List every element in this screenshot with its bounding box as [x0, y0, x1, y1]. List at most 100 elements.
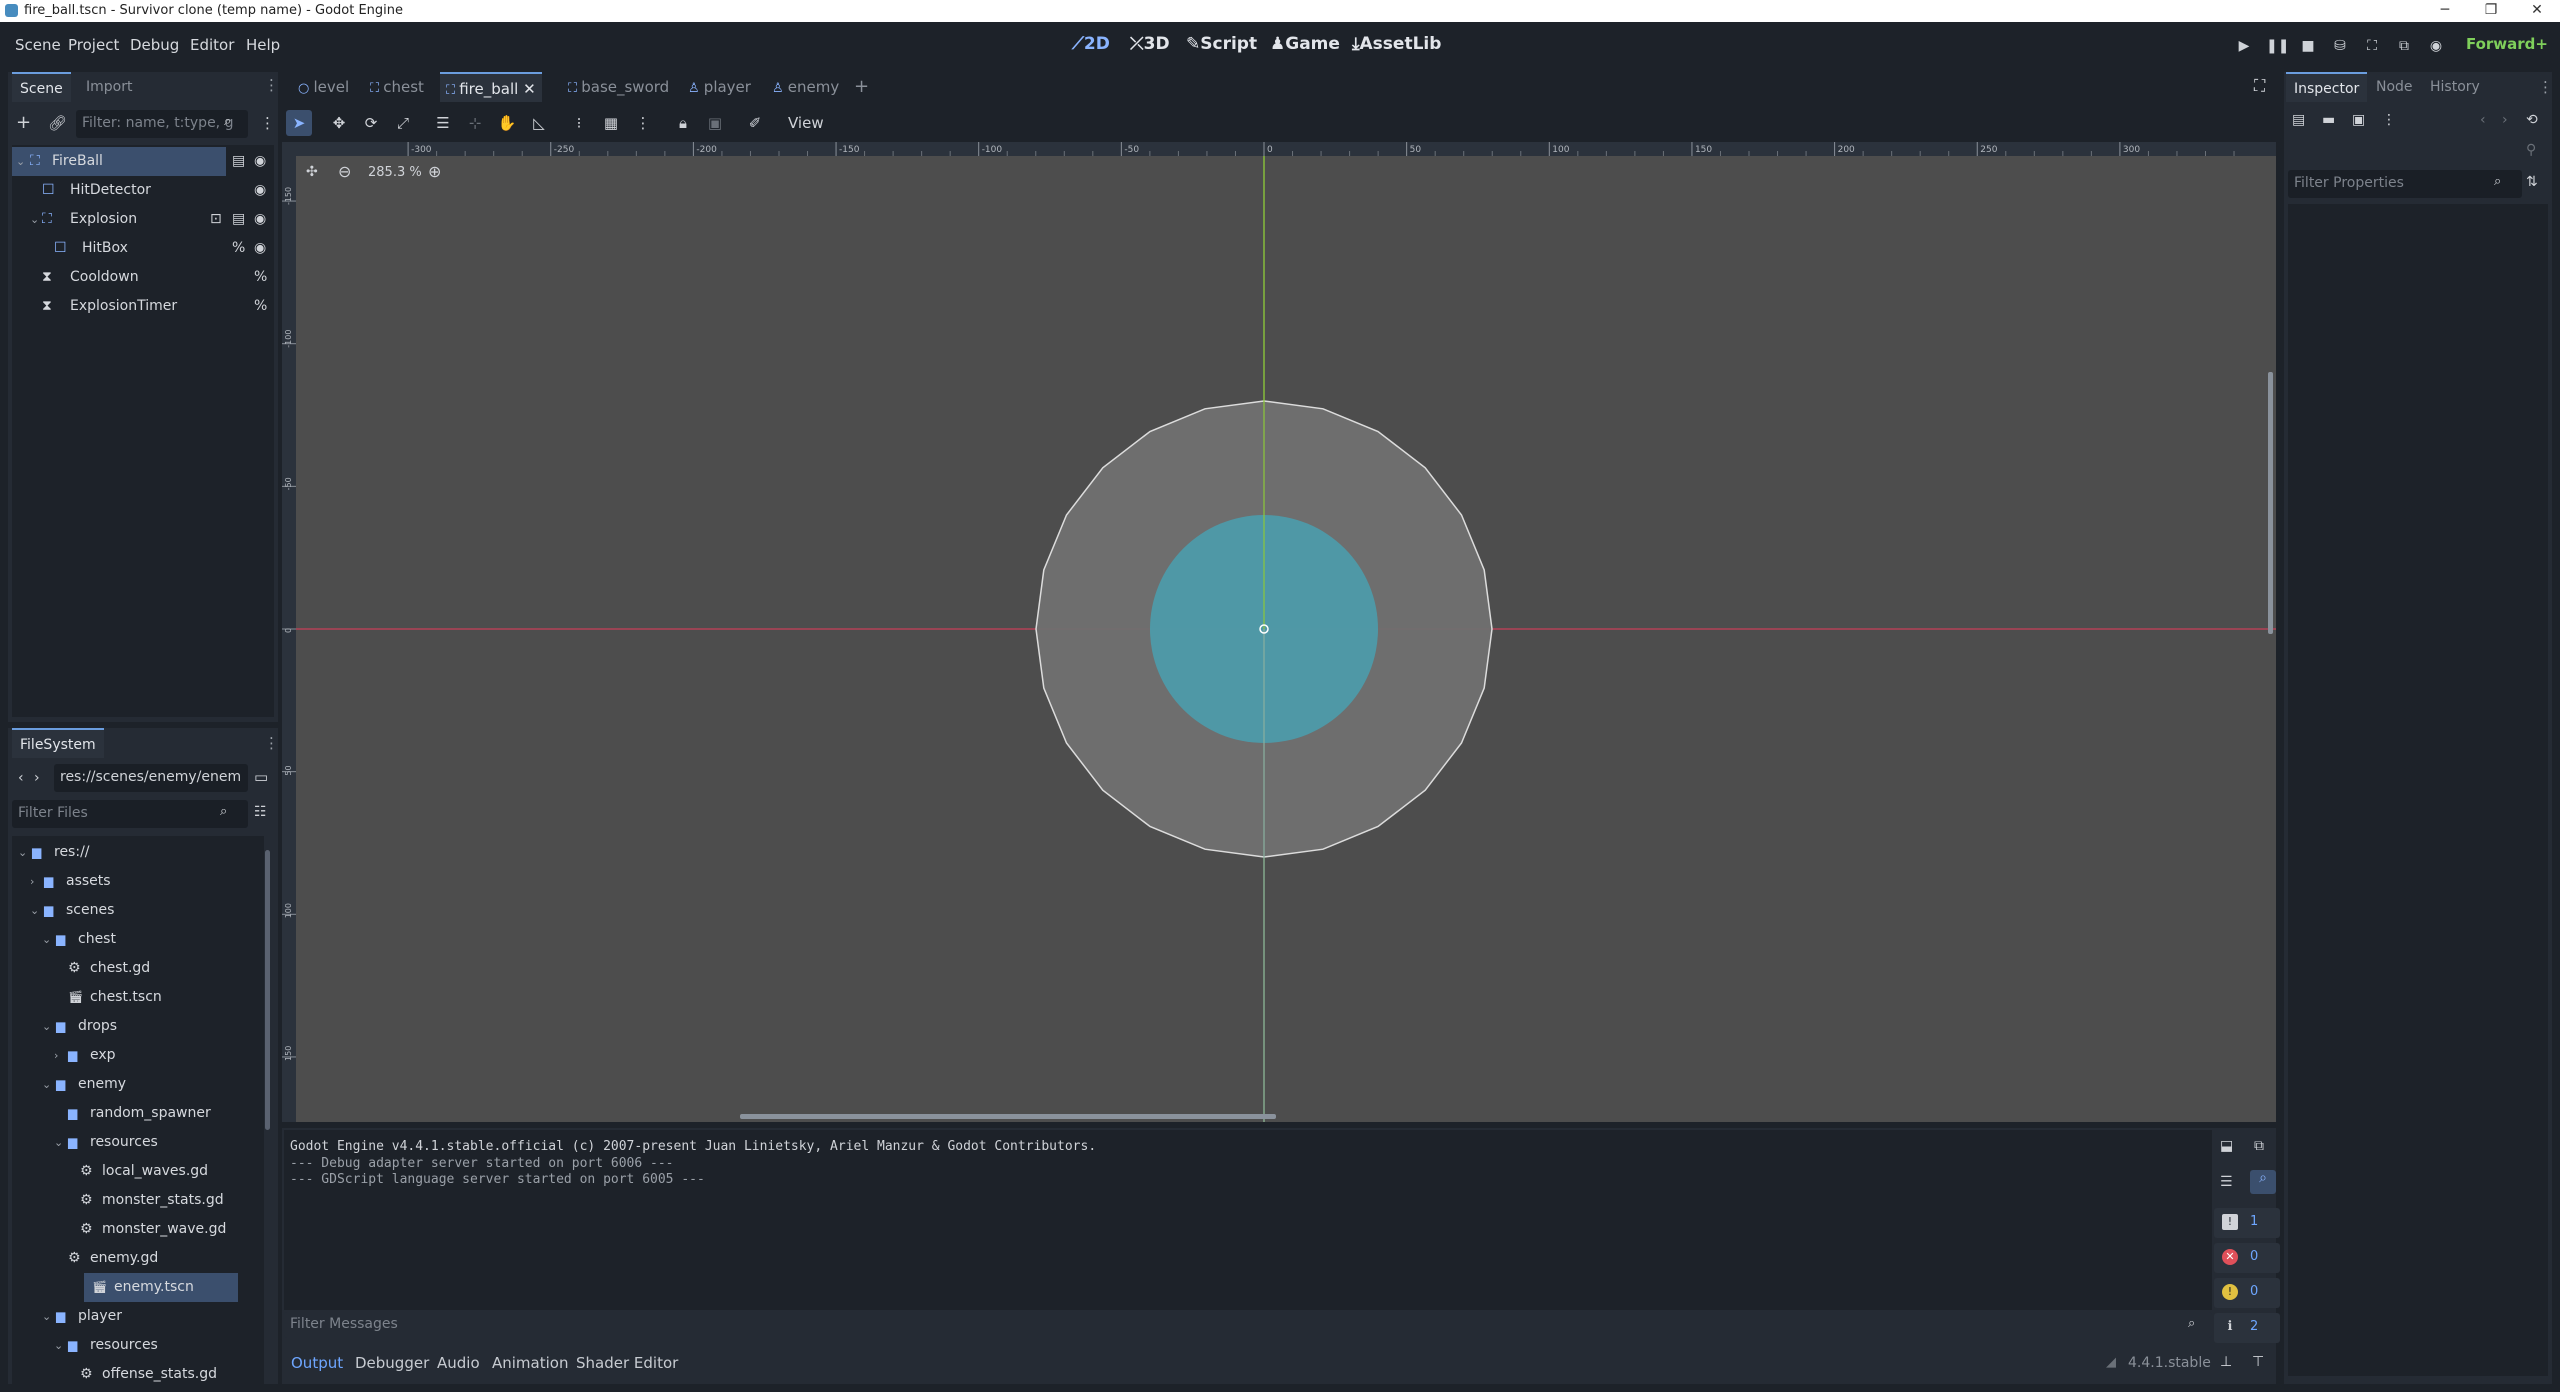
dock-menu-icon[interactable]: ⋮ — [2538, 78, 2553, 96]
remote-debug-icon[interactable]: ⛁ — [2330, 36, 2350, 56]
tab-history[interactable]: History — [2422, 72, 2488, 102]
file-filter-input[interactable]: Filter Files — [12, 800, 248, 828]
tree-node-explosion[interactable]: ⌄ ⛶ Explosion — [12, 205, 226, 234]
version-label[interactable]: 4.4.1.stable — [2128, 1355, 2211, 1371]
inspector-options-icon[interactable]: ⇅ — [2526, 174, 2538, 190]
expand-arrow-icon[interactable]: ⌄ — [54, 1331, 63, 1360]
pause-icon[interactable]: ❚❚ — [2266, 36, 2289, 56]
file-tree-item[interactable]: ⚙ chest.gd — [12, 954, 262, 983]
grid-snap-icon[interactable]: ▦ — [598, 110, 624, 136]
add-scene-tab-icon[interactable]: + — [848, 72, 875, 102]
bones-icon[interactable]: ✐ — [742, 110, 768, 136]
file-tree-item[interactable]: ⚙ enemy.gd — [12, 1244, 262, 1273]
file-tree-item[interactable]: › ▆ exp — [12, 1041, 262, 1070]
instance-icon[interactable]: ⊡ — [210, 211, 222, 227]
visibility-eye-icon[interactable]: ◉ — [254, 153, 266, 169]
expand-arrow-icon[interactable]: ⌄ — [42, 1012, 51, 1041]
split-view-icon[interactable]: ▭ — [254, 768, 268, 786]
search-toggle-icon[interactable]: ⌕ — [2250, 1170, 2276, 1194]
warning-count-toggle[interactable]: ! 0 — [2214, 1278, 2280, 1308]
v-scrollbar[interactable] — [2268, 372, 2273, 634]
scene-tab-chest[interactable]: ⛶ chest — [364, 72, 430, 102]
pivot-tool-icon[interactable]: ⊹ — [462, 110, 488, 136]
file-tree-item[interactable]: ⌄ ▆ enemy — [12, 1070, 262, 1099]
file-tree-item[interactable]: ⚙ offense_stats.gd — [12, 1360, 262, 1384]
file-tree-item[interactable]: › ▆ assets — [12, 867, 262, 896]
sort-icon[interactable]: ☷ — [254, 804, 267, 820]
rotate-tool-icon[interactable]: ⟳ — [358, 110, 384, 136]
menu-editor[interactable]: Editor — [190, 36, 234, 54]
object-history-icon[interactable]: ⟲ — [2526, 112, 2538, 128]
tree-node-hitbox[interactable]: ☐ HitBox — [12, 234, 226, 263]
tab-import[interactable]: Import — [78, 72, 140, 102]
ruler-tool-icon[interactable]: ◺ — [526, 110, 552, 136]
group-icon[interactable]: ▣ — [702, 110, 728, 136]
scene-menu-icon[interactable]: ⋮ — [260, 114, 275, 132]
play-custom-icon[interactable]: ⧉ — [2394, 36, 2414, 56]
renderer-select[interactable]: Forward+ — [2466, 35, 2548, 53]
movie-maker-icon[interactable]: ◉ — [2426, 36, 2446, 56]
mode-assetlib-button[interactable]: ⤓AssetLib — [1352, 34, 1441, 54]
distraction-free-icon[interactable]: ⛶ — [2254, 76, 2265, 96]
select-tool-icon[interactable]: ➤ — [286, 110, 312, 136]
scene-tab-enemy[interactable]: ♙ enemy — [766, 72, 845, 102]
tab-animation[interactable]: Animation — [492, 1354, 568, 1372]
tab-shader-editor[interactable]: Shader Editor — [576, 1354, 678, 1372]
clear-output-icon[interactable]: ⬓ — [2220, 1138, 2233, 1154]
tab-output[interactable]: Output — [291, 1354, 343, 1372]
menu-help[interactable]: Help — [246, 36, 280, 54]
menu-scene[interactable]: Scene — [15, 36, 61, 54]
smart-snap-icon[interactable]: ⁝ — [566, 110, 592, 136]
file-tree-item[interactable]: ⌄ ▆ player — [12, 1302, 262, 1331]
script-attached-icon[interactable]: ▤ — [232, 153, 245, 169]
expand-arrow-icon[interactable]: › — [54, 1041, 58, 1070]
link-icon[interactable]: 🔗︎ — [48, 114, 67, 132]
visibility-eye-icon[interactable]: ◉ — [254, 182, 266, 198]
pin-icon[interactable]: ⊥ — [2220, 1354, 2232, 1370]
mode-game-button[interactable]: ♟Game — [1270, 34, 1340, 54]
file-tree-item[interactable]: ⌄ ▆ resources — [12, 1128, 262, 1157]
file-tree-item[interactable]: ⌄ ▆ res:// — [12, 838, 262, 867]
menu-project[interactable]: Project — [68, 36, 119, 54]
expand-arrow-icon[interactable]: ⌄ — [42, 1070, 51, 1099]
file-tree-item[interactable]: ⌄ ▆ drops — [12, 1012, 262, 1041]
dock-menu-icon[interactable]: ⋮ — [264, 734, 278, 752]
unique-name-icon[interactable]: % — [232, 240, 245, 256]
error-count-toggle[interactable]: ✕ 0 — [2214, 1243, 2280, 1273]
unique-name-icon[interactable]: % — [254, 269, 267, 285]
path-field[interactable]: res://scenes/enemy/enem — [54, 764, 248, 792]
file-tree-item[interactable]: ⌄ ▆ resources — [12, 1331, 262, 1360]
script-attached-icon[interactable]: ▤ — [232, 211, 245, 227]
tree-node-cooldown[interactable]: ⧗ Cooldown — [12, 263, 226, 292]
scale-tool-icon[interactable]: ⤢ — [390, 110, 416, 136]
copy-output-icon[interactable]: ⧉ — [2254, 1138, 2264, 1154]
file-tree-item[interactable]: 🎬︎ chest.tscn — [12, 983, 262, 1012]
lock-icon[interactable]: 🔒︎ — [670, 110, 696, 136]
file-tree-item[interactable]: ⌄ ▆ scenes — [12, 896, 262, 925]
tab-filesystem[interactable]: FileSystem — [12, 728, 104, 758]
move-tool-icon[interactable]: ✥ — [326, 110, 352, 136]
expand-arrow-icon[interactable]: ⌄ — [30, 896, 39, 925]
open-resource-icon[interactable]: ▬ — [2322, 112, 2335, 128]
tab-scene[interactable]: Scene — [12, 72, 71, 102]
resource-menu-icon[interactable]: ⋮ — [2382, 112, 2396, 128]
forward-arrow-icon[interactable]: › — [34, 770, 40, 786]
file-tree-item[interactable]: ⚙ local_waves.gd — [12, 1157, 262, 1186]
add-node-icon[interactable]: + — [16, 112, 31, 133]
visibility-eye-icon[interactable]: ◉ — [254, 240, 266, 256]
center-view-icon[interactable]: ✣ — [306, 164, 318, 180]
file-tree-scrollbar[interactable] — [265, 850, 270, 1130]
play-scene-icon[interactable]: ⛶ — [2362, 36, 2382, 56]
scene-tab-level[interactable]: ○ level — [292, 72, 355, 102]
file-tree-item[interactable]: ⚙ monster_stats.gd — [12, 1186, 262, 1215]
mode-3d-button[interactable]: ⤫3D — [1130, 34, 1170, 54]
pan-tool-icon[interactable]: ✋ — [494, 110, 520, 136]
expand-arrow-icon[interactable]: ⌄ — [42, 925, 51, 954]
log-count-toggle[interactable]: ! 1 — [2214, 1208, 2280, 1238]
expand-panel-icon[interactable]: ⊤ — [2252, 1354, 2264, 1370]
expand-arrow-icon[interactable]: › — [30, 867, 34, 896]
zoom-in-icon[interactable]: ⊕ — [428, 162, 441, 181]
tab-audio[interactable]: Audio — [437, 1354, 480, 1372]
close-window-button[interactable]: ✕ — [2514, 0, 2560, 22]
list-select-icon[interactable]: ☰ — [430, 110, 456, 136]
